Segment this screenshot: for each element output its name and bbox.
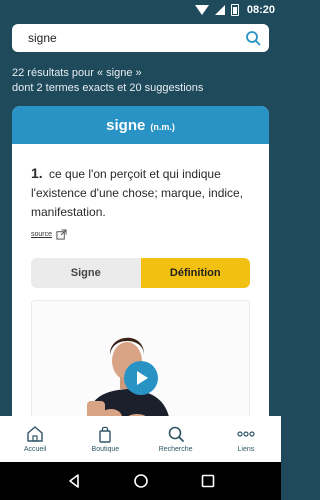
nav-liens[interactable]: Liens [211, 416, 281, 462]
source-link[interactable]: source [31, 229, 269, 240]
nav-label-accueil: Accueil [23, 446, 47, 453]
play-button[interactable] [124, 361, 158, 395]
home-icon [27, 426, 43, 442]
search-icon[interactable] [245, 30, 261, 46]
bag-icon [99, 426, 112, 443]
system-nav-bar [0, 462, 281, 500]
search-input[interactable]: signe [28, 31, 245, 45]
nav-label-boutique: Boutique [91, 446, 120, 453]
wifi-icon [194, 5, 209, 15]
results-detail: dont 2 termes exacts et 20 suggestions [12, 82, 204, 94]
back-icon[interactable] [66, 473, 82, 489]
nav-label-liens: Liens [237, 446, 255, 453]
tab-definition[interactable]: Définition [140, 258, 250, 288]
entry-card: signe (n.m.) 1. ce que l'on perçoit et q… [12, 106, 269, 426]
recents-icon[interactable] [200, 473, 216, 489]
video-player[interactable] [31, 300, 250, 426]
bottom-nav: Accueil Boutique Recherche Liens [0, 416, 281, 462]
results-summary: 22 résultats pour « signe » dont 2 terme… [12, 66, 203, 96]
tab-signe[interactable]: Signe [31, 258, 141, 288]
nav-boutique[interactable]: Boutique [70, 416, 140, 462]
status-bar: 08:20 [0, 0, 281, 20]
source-label[interactable]: source [31, 231, 52, 238]
entry-pos: (n.m.) [150, 121, 175, 132]
definition-number: 1. [31, 165, 43, 181]
more-icon [237, 431, 255, 437]
definition: 1. ce que l'on perçoit et qui indique l'… [31, 164, 256, 222]
entry-word: signe [106, 116, 146, 134]
external-link-icon[interactable] [56, 229, 67, 240]
search-bar[interactable]: signe [12, 24, 269, 52]
results-count: 22 résultats pour « signe » [12, 67, 142, 79]
entry-header: signe (n.m.) [12, 106, 269, 144]
status-time: 08:20 [246, 4, 275, 16]
definition-text: ce que l'on perçoit et qui indique l'exi… [31, 167, 244, 219]
nav-label-recherche: Recherche [158, 446, 193, 453]
home-circle-icon[interactable] [133, 473, 149, 489]
nav-accueil[interactable]: Accueil [0, 416, 70, 462]
battery-icon [230, 4, 239, 16]
view-toggle[interactable]: Signe Définition [31, 258, 250, 288]
search-icon [168, 426, 184, 442]
signal-icon [214, 5, 225, 15]
nav-recherche[interactable]: Recherche [141, 416, 211, 462]
